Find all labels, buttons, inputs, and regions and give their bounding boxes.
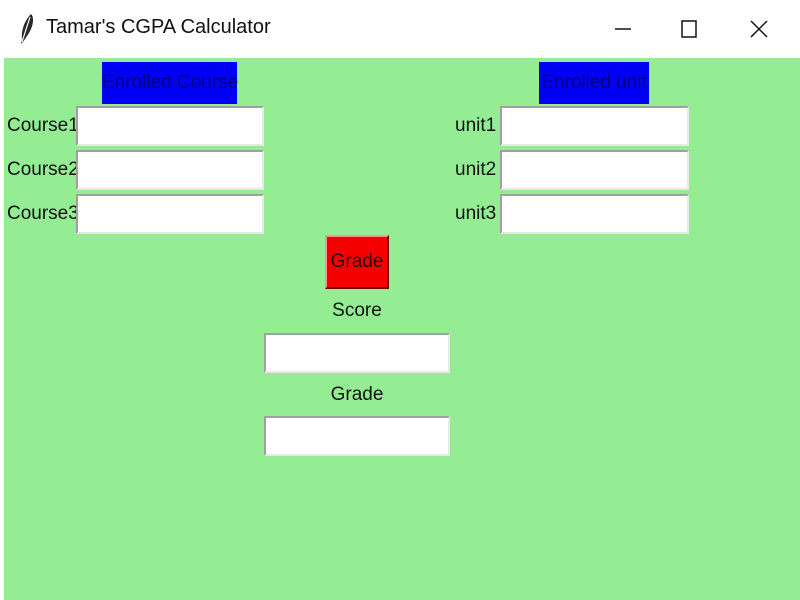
close-button[interactable] — [726, 0, 792, 58]
calculator-form: Enrolled Course Course1 Course2 Course3 … — [4, 58, 800, 600]
score-output[interactable] — [264, 333, 450, 373]
title-bar[interactable]: Tamar's CGPA Calculator — [0, 0, 800, 58]
enrolled-unit-header: Enrolled unit — [539, 62, 649, 104]
course1-input[interactable] — [76, 106, 264, 146]
unit1-input[interactable] — [500, 106, 689, 146]
window-title: Tamar's CGPA Calculator — [46, 16, 271, 38]
score-label: Score — [332, 300, 382, 321]
course2-label: Course2 — [7, 159, 79, 180]
course2-input[interactable] — [76, 150, 264, 190]
course3-input[interactable] — [76, 194, 264, 234]
course1-label: Course1 — [7, 115, 79, 136]
maximize-icon — [681, 20, 697, 38]
minimize-button[interactable] — [590, 0, 656, 58]
close-icon — [750, 20, 768, 38]
unit2-input[interactable] — [500, 150, 689, 190]
unit2-label: unit2 — [455, 159, 497, 180]
unit1-label: unit1 — [455, 115, 497, 136]
minimize-icon — [615, 28, 631, 30]
unit3-input[interactable] — [500, 194, 689, 234]
course3-label: Course3 — [7, 203, 79, 224]
enrolled-course-header: Enrolled Course — [102, 62, 238, 104]
grade-button[interactable]: Grade — [325, 235, 389, 289]
app-window: Tamar's CGPA Calculator Enrolled Course … — [0, 0, 800, 600]
maximize-button[interactable] — [656, 0, 722, 58]
unit3-label: unit3 — [455, 203, 497, 224]
feather-icon — [16, 12, 36, 46]
grade-output[interactable] — [264, 416, 450, 456]
grade-label: Grade — [330, 384, 384, 405]
